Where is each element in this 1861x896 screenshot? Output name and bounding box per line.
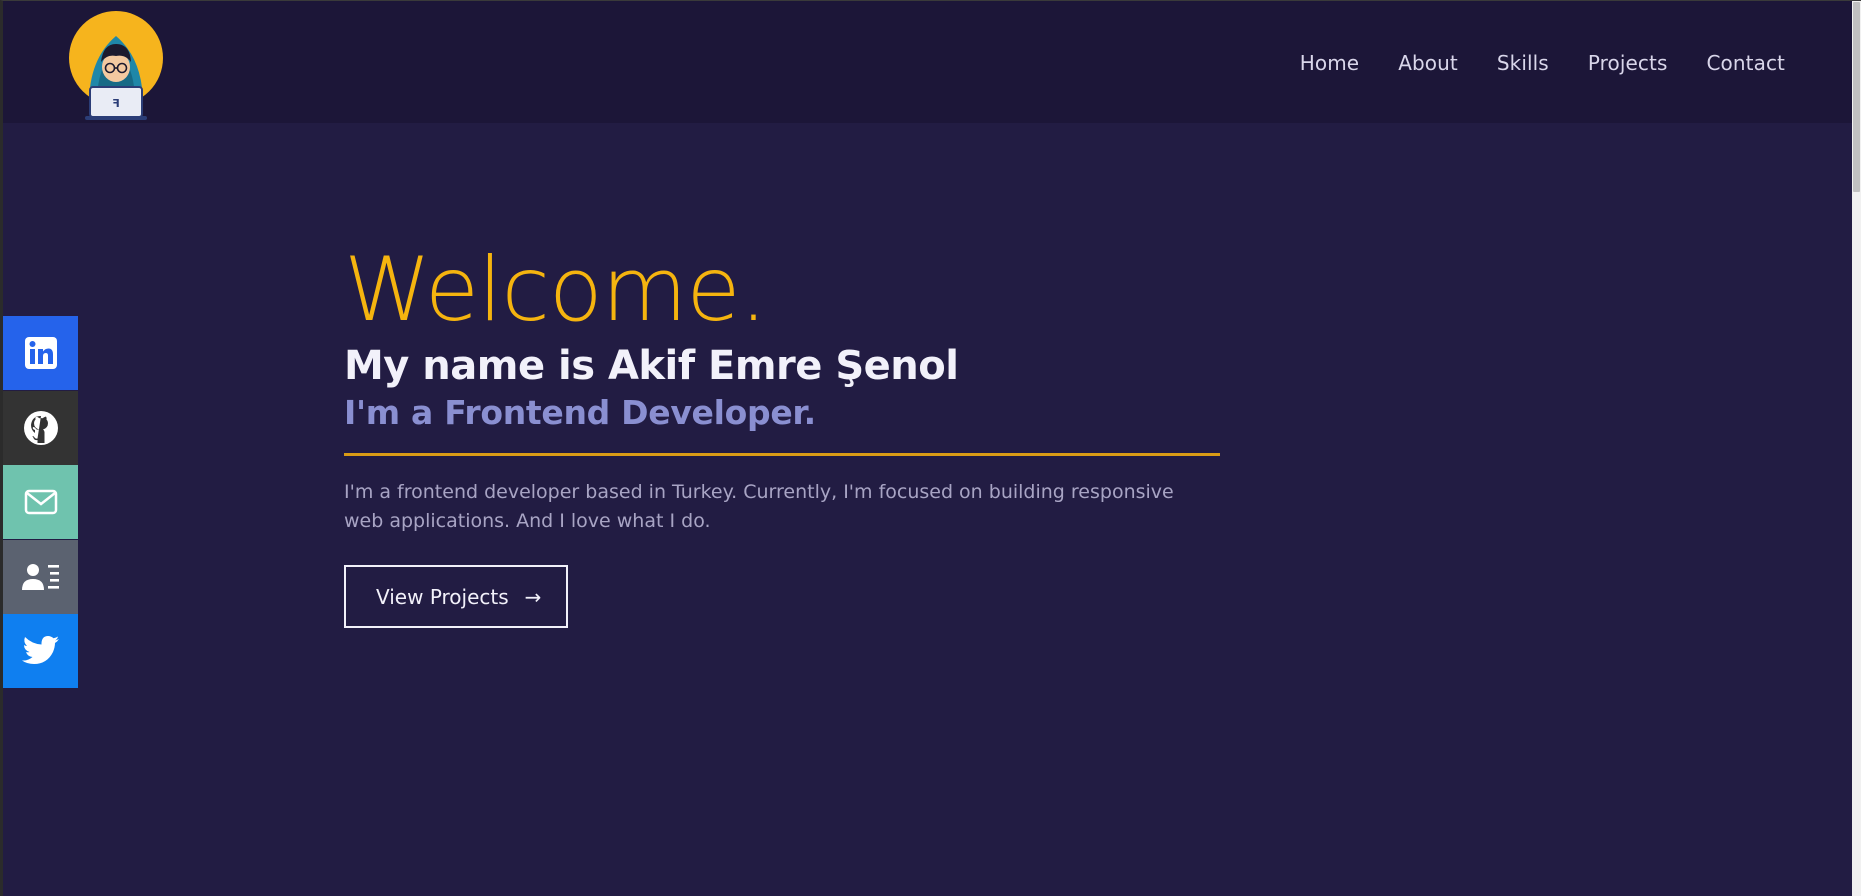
nav-contact[interactable]: Contact bbox=[1706, 51, 1785, 75]
role-heading: I'm a Frontend Developer. bbox=[344, 393, 816, 432]
twitter-icon bbox=[21, 636, 59, 664]
github-link[interactable] bbox=[3, 390, 78, 465]
contact-card-icon bbox=[21, 563, 59, 590]
welcome-heading: Welcome. bbox=[344, 238, 768, 341]
navbar: ꟻ Home About Skills Projects Contact bbox=[3, 1, 1855, 123]
nav-skills[interactable]: Skills bbox=[1497, 51, 1549, 75]
browser-viewport: ꟻ Home About Skills Projects Contact Wel… bbox=[0, 0, 1861, 896]
twitter-link[interactable] bbox=[3, 614, 78, 688]
nav-home[interactable]: Home bbox=[1300, 51, 1359, 75]
linkedin-icon bbox=[24, 337, 57, 369]
name-heading: My name is Akif Emre Şenol bbox=[344, 343, 959, 389]
resume-link[interactable] bbox=[3, 539, 78, 614]
svg-text:ꟻ: ꟻ bbox=[112, 97, 120, 110]
arrow-right-icon: → bbox=[524, 584, 542, 609]
divider bbox=[344, 453, 1220, 456]
avatar-logo-icon: ꟻ bbox=[69, 11, 163, 120]
nav-projects[interactable]: Projects bbox=[1588, 51, 1668, 75]
view-projects-label: View Projects bbox=[376, 584, 509, 609]
github-icon bbox=[23, 410, 58, 445]
intro-text: I'm a frontend developer based in Turkey… bbox=[344, 481, 1174, 532]
logo[interactable]: ꟻ bbox=[67, 4, 165, 122]
scrollbar[interactable] bbox=[1852, 1, 1861, 896]
view-projects-button[interactable]: View Projects → bbox=[344, 565, 568, 628]
email-link[interactable] bbox=[3, 465, 78, 539]
hero-section: Welcome. My name is Akif Emre Şenol I'm … bbox=[344, 246, 1224, 628]
nav-menu: Home About Skills Projects Contact bbox=[1261, 51, 1785, 75]
nav-about[interactable]: About bbox=[1398, 51, 1458, 75]
scrollbar-thumb[interactable] bbox=[1853, 2, 1860, 192]
linkedin-link[interactable] bbox=[3, 316, 78, 390]
social-sidebar bbox=[3, 316, 78, 689]
mail-icon bbox=[24, 489, 57, 515]
